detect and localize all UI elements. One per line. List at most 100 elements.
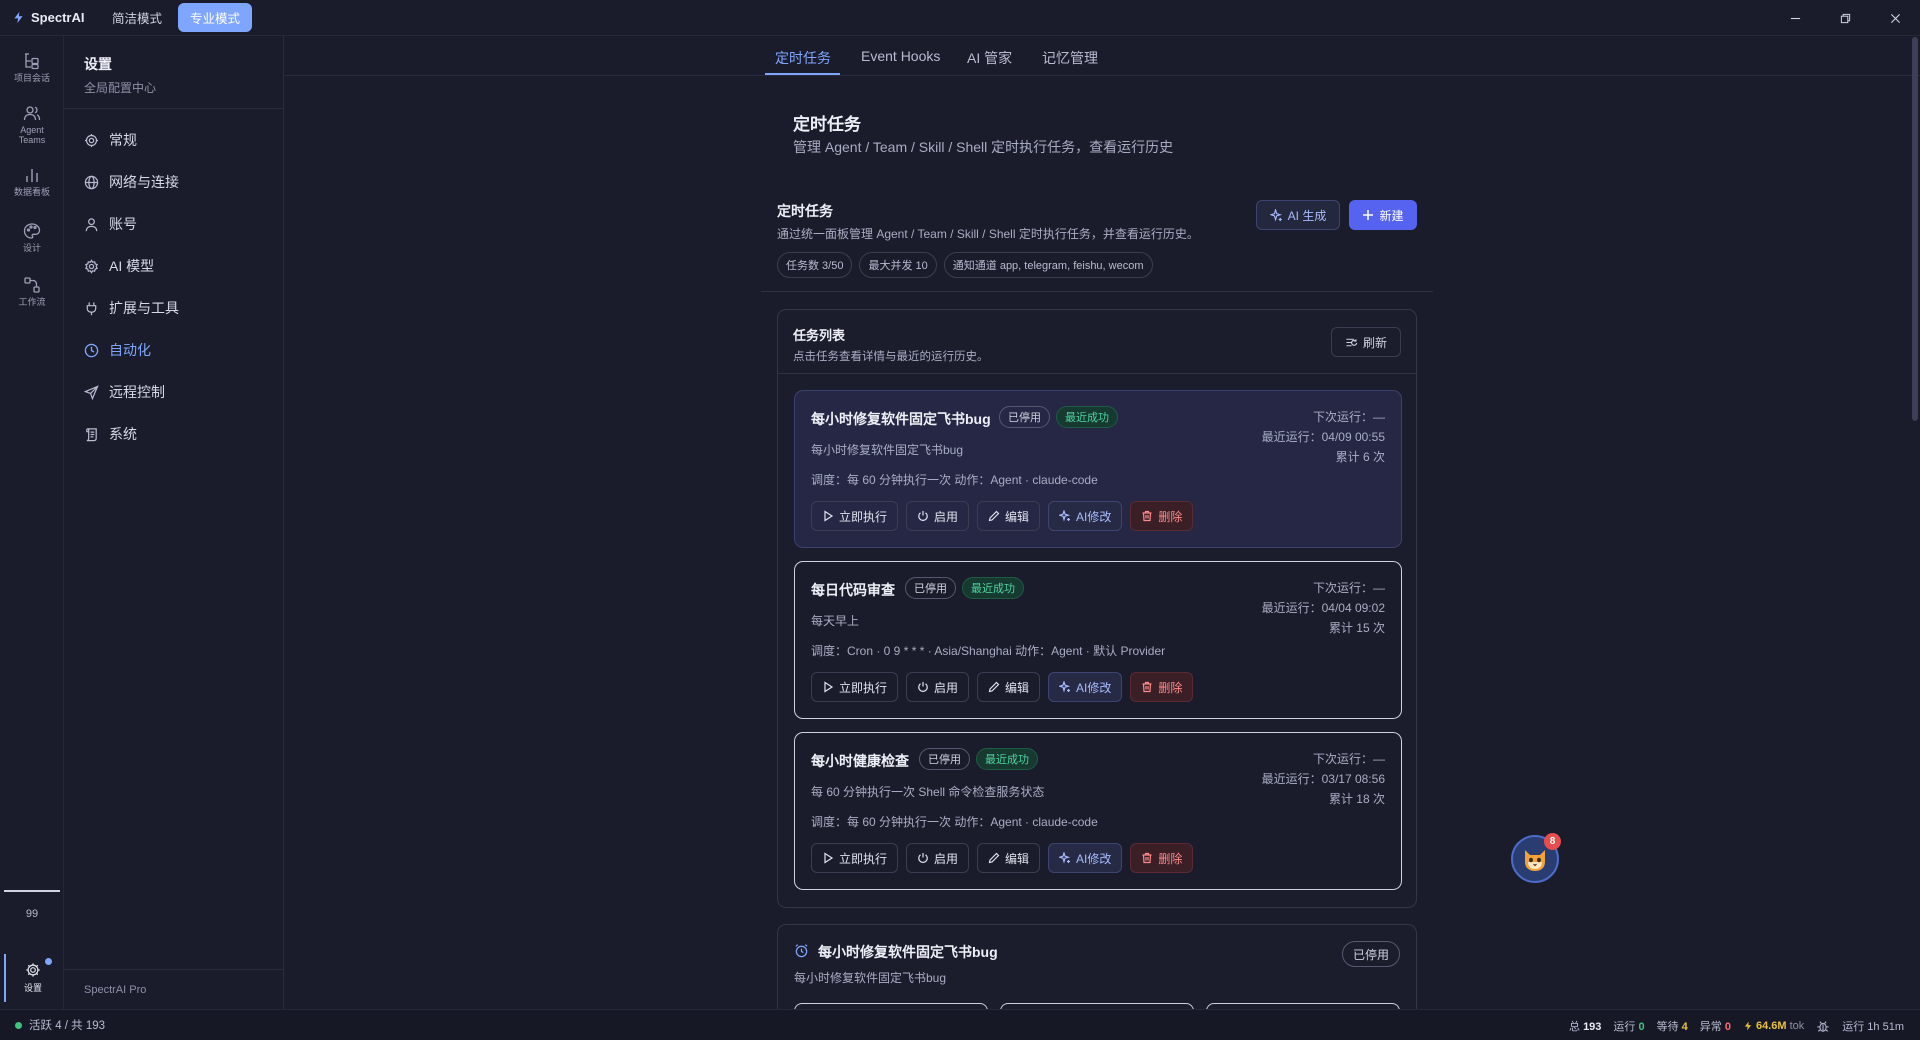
- run-now-button[interactable]: 立即执行: [811, 843, 899, 873]
- run-now-button[interactable]: 立即执行: [811, 501, 899, 531]
- refresh-button[interactable]: 刷新: [1331, 327, 1401, 357]
- section-divider: [761, 291, 1433, 292]
- run-total: 累计 18 次: [1328, 792, 1385, 806]
- task-card[interactable]: 每日代码审查 已停用 最近成功 每天早上 调度：Cron · 0 9 * * *…: [794, 561, 1402, 719]
- play-icon: [824, 852, 834, 864]
- sidebar-item-account[interactable]: 账号: [64, 203, 283, 245]
- section-subtitle: 通过统一面板管理 Agent / Team / Skill / Shell 定时…: [777, 227, 1199, 241]
- brand-name: SpectrAI: [31, 10, 85, 25]
- tab-ai-butler[interactable]: AI 管家: [967, 48, 1012, 68]
- stat-error: 异常 0: [1699, 1020, 1731, 1033]
- sidebar-item-automation[interactable]: 自动化: [64, 329, 283, 371]
- new-task-button[interactable]: 新建: [1349, 200, 1417, 230]
- task-run-meta: 下次运行：— 最近运行：04/09 00:55 累计 6 次: [1262, 407, 1385, 467]
- delete-button[interactable]: 删除: [1130, 843, 1194, 873]
- detail-subtitle: 每小时修复软件固定飞书bug: [794, 971, 947, 985]
- rail-session-count: 99: [25, 908, 39, 920]
- content-scrollbar[interactable]: [1912, 37, 1918, 421]
- rail-item-workflow[interactable]: 工作流: [0, 276, 64, 307]
- mode-switch: 简洁模式 专业模式: [100, 3, 253, 32]
- sidebar-item-network[interactable]: 网络与连接: [64, 161, 283, 203]
- ai-modify-button[interactable]: AI修改: [1048, 501, 1123, 531]
- edit-button[interactable]: 编辑: [977, 672, 1041, 702]
- trash-icon: [1142, 681, 1152, 693]
- play-icon: [824, 510, 834, 522]
- uptime: 运行 1h 51m: [1842, 1020, 1904, 1033]
- task-badges: 已停用 最近成功: [999, 406, 1118, 428]
- ai-modify-button[interactable]: AI修改: [1048, 672, 1123, 702]
- status-badge: 已停用: [905, 577, 956, 599]
- task-card[interactable]: 每小时健康检查 已停用 最近成功 每 60 分钟执行一次 Shell 命令检查服…: [794, 732, 1402, 890]
- rail-item-dashboard[interactable]: 数据看板: [0, 166, 64, 197]
- palette-icon: [23, 223, 41, 239]
- rail-item-settings[interactable]: 设置: [4, 954, 60, 1002]
- restore-button[interactable]: [1820, 0, 1870, 36]
- task-name: 每日代码审查: [811, 582, 895, 598]
- tab-scheduled-tasks[interactable]: 定时任务: [775, 48, 831, 68]
- rail-item-design[interactable]: 设计: [0, 222, 64, 253]
- plus-icon: [1363, 210, 1374, 220]
- alarm-clock-icon: [795, 944, 808, 958]
- sidebar-item-remote[interactable]: 远程控制: [64, 371, 283, 413]
- rail-item-agent-teams[interactable]: Agent Teams: [0, 104, 64, 145]
- tab-memory[interactable]: 记忆管理: [1042, 48, 1098, 68]
- section-title: 定时任务: [777, 203, 833, 219]
- users-icon: [23, 106, 41, 121]
- debug-button[interactable]: [1816, 1019, 1830, 1033]
- clock-icon: [84, 343, 99, 357]
- task-list-subtitle: 点击任务查看详情与最近的运行历史。: [793, 351, 989, 363]
- rail-item-projects[interactable]: 项目会话: [0, 52, 64, 83]
- sidebar-item-ai-model[interactable]: AI 模型: [64, 245, 283, 287]
- refresh-list-icon: [1346, 338, 1358, 346]
- pencil-icon: [988, 681, 1000, 693]
- minimize-icon: [1790, 17, 1800, 19]
- active-session-summary: 活跃 4 / 共 193: [29, 1020, 106, 1032]
- task-badges: 已停用 最近成功: [905, 577, 1024, 599]
- tab-event-hooks[interactable]: Event Hooks: [861, 48, 940, 64]
- task-description: 每 60 分钟执行一次 Shell 命令检查服务状态: [811, 785, 1045, 799]
- last-run: 最近运行：03/17 08:56: [1261, 772, 1385, 786]
- task-list-divider: [778, 373, 1416, 374]
- activity-rail: 项目会话 Agent Teams 数据看板 设计 工作流 99 设置: [0, 36, 64, 1009]
- ai-modify-button[interactable]: AI修改: [1048, 843, 1123, 873]
- trash-icon: [1142, 852, 1152, 864]
- page-subtitle: 管理 Agent / Team / Skill / Shell 定时执行任务，查…: [793, 139, 1174, 155]
- delete-button[interactable]: 删除: [1130, 501, 1194, 531]
- close-button[interactable]: [1870, 0, 1920, 36]
- scroll-icon: [86, 427, 97, 441]
- sidebar-item-system[interactable]: 系统: [64, 413, 283, 455]
- delete-button[interactable]: 删除: [1130, 672, 1194, 702]
- ai-generate-button[interactable]: AI 生成: [1256, 200, 1340, 230]
- detail-title: 每小时修复软件固定飞书bug: [818, 944, 998, 960]
- run-now-button[interactable]: 立即执行: [811, 672, 899, 702]
- mode-tab-simple[interactable]: 简洁模式: [100, 3, 174, 32]
- minimize-button[interactable]: [1770, 0, 1820, 36]
- enable-button[interactable]: 启用: [906, 501, 970, 531]
- sidebar-item-general[interactable]: 常规: [64, 119, 283, 161]
- status-right: 总 193 运行 0 等待 4 异常 0 64.6M tok 运行 1h 51m: [1569, 1010, 1904, 1040]
- sparkle-icon: [1059, 681, 1071, 693]
- result-badge: 最近成功: [962, 577, 1024, 599]
- title-bar: SpectrAI 简洁模式 专业模式: [0, 0, 1920, 36]
- mode-tab-pro[interactable]: 专业模式: [178, 3, 253, 32]
- task-badges: 已停用 最近成功: [919, 748, 1038, 770]
- mascot-assistant-button[interactable]: 8: [1511, 833, 1561, 883]
- send-icon: [84, 384, 99, 400]
- enable-button[interactable]: 启用: [906, 672, 970, 702]
- edit-button[interactable]: 编辑: [977, 501, 1041, 531]
- task-card[interactable]: 每小时修复软件固定飞书bug 已停用 最近成功 每小时修复软件固定飞书bug 调…: [794, 390, 1402, 548]
- enable-button[interactable]: 启用: [906, 843, 970, 873]
- detail-status-badge: 已停用: [1341, 941, 1400, 967]
- token-usage: 64.6M tok: [1743, 1020, 1804, 1032]
- task-detail-panel: 每小时修复软件固定飞书bug 每小时修复软件固定飞书bug 已停用: [777, 924, 1417, 1009]
- task-schedule: 调度：每 60 分钟执行一次 动作：Agent · claude-code: [811, 473, 1098, 487]
- play-icon: [824, 681, 834, 693]
- stat-total: 总 193: [1569, 1020, 1602, 1033]
- chip-notify-channels: 通知通道 app, telegram, feishu, wecom: [943, 252, 1153, 278]
- workflow-icon: [24, 277, 40, 293]
- task-list-title: 任务列表: [793, 328, 846, 343]
- next-run: 下次运行：—: [1312, 581, 1385, 595]
- sidebar-item-extensions[interactable]: 扩展与工具: [64, 287, 283, 329]
- edit-button[interactable]: 编辑: [977, 843, 1041, 873]
- active-tab-indicator: [765, 73, 840, 75]
